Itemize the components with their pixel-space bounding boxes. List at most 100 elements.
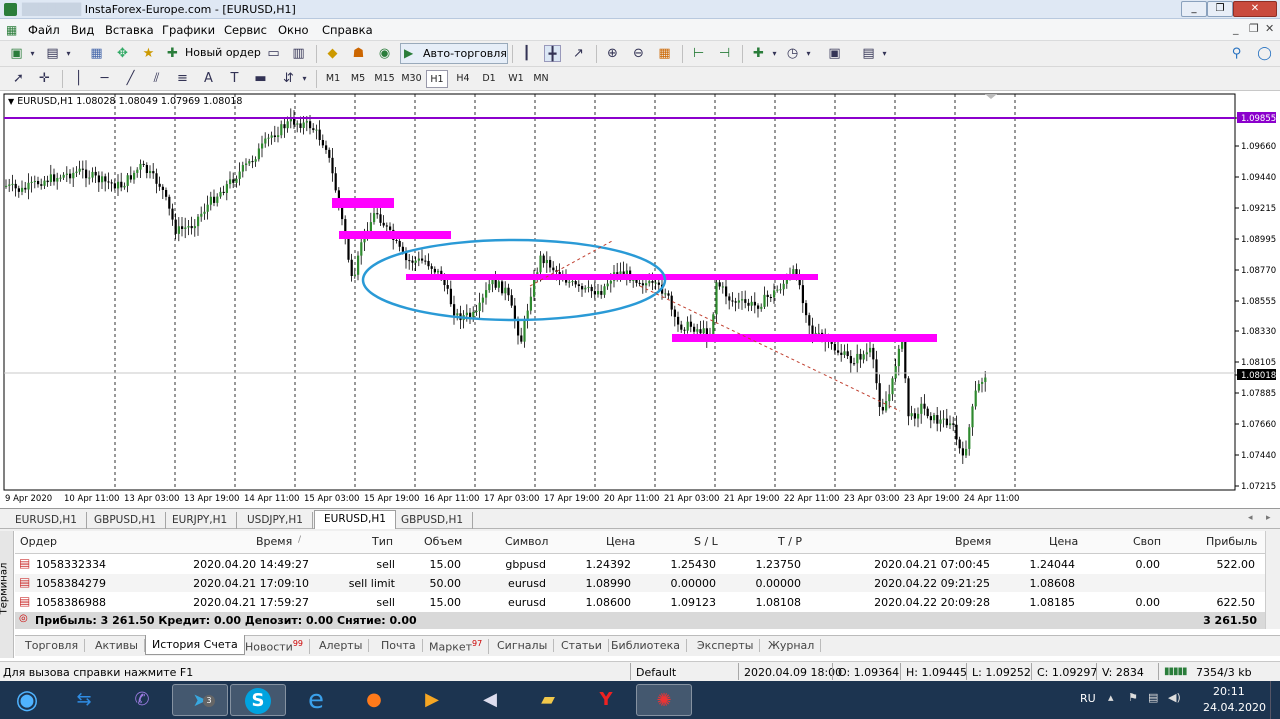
history-row[interactable]: ▤ 1058384279 2020.04.21 17:09:10 sell limit… (15, 574, 1265, 592)
firefox-icon[interactable]: ● (346, 684, 402, 716)
menu-insert[interactable]: Вставка (105, 23, 154, 37)
dropdown-arrow-icon[interactable]: ▾ (296, 70, 313, 87)
tabs-scroll-right-icon[interactable]: ▸ (1266, 513, 1271, 523)
terminal-tab-0[interactable]: Торговля (19, 639, 86, 652)
terminal-tab-6[interactable]: Маркет97 (423, 639, 490, 654)
menu-help[interactable]: Справка (322, 23, 373, 37)
terminal-tab-3[interactable]: Новости99 (239, 639, 311, 654)
timeframe-m15[interactable]: M15 (372, 70, 397, 88)
menu-file[interactable]: Файл (28, 23, 60, 37)
internet-explorer-icon[interactable]: e (288, 684, 344, 716)
timeframe-h1[interactable]: H1 (426, 70, 448, 88)
col-tp[interactable]: T / P (778, 535, 802, 548)
timeframe-mn[interactable]: MN (530, 70, 552, 88)
terminal-tab-4[interactable]: Алерты (313, 639, 370, 652)
telegram-icon[interactable]: ➤ 3 (172, 684, 228, 716)
file-explorer-icon[interactable]: ▰ (520, 684, 576, 716)
profiles-icon[interactable]: ▤ (44, 45, 61, 62)
favorites-icon[interactable]: ★ (140, 45, 157, 62)
col-close-price[interactable]: Цена (1049, 535, 1078, 548)
teamviewer-icon[interactable]: ⇆ (56, 684, 112, 716)
new-order-icon[interactable]: ✚ (164, 45, 181, 62)
chart-tab-gbpusd-h1-2[interactable]: GBPUSD,H1 (392, 512, 474, 529)
text-icon[interactable]: A (200, 70, 217, 87)
chart-tab-gbpusd-h1[interactable]: GBPUSD,H1 (85, 512, 167, 529)
timeframe-d1[interactable]: D1 (478, 70, 500, 88)
mdi-restore-icon[interactable]: ❐ (1249, 22, 1259, 35)
language-indicator[interactable]: RU (1080, 692, 1096, 705)
terminal-scrollbar[interactable] (1265, 531, 1280, 629)
market-watch-icon[interactable]: ▦ (88, 45, 105, 62)
vertical-line-icon[interactable]: │ (70, 70, 87, 87)
dropdown-arrow-icon[interactable]: ▾ (800, 45, 817, 62)
dropdown-arrow-icon[interactable]: ▾ (24, 45, 41, 62)
maximize-button[interactable]: ❐ (1207, 1, 1233, 17)
indicators-icon[interactable]: ✚ (750, 45, 767, 62)
clock-date[interactable]: 24.04.2020 (1203, 701, 1266, 714)
autotrade-button[interactable]: ▶ Авто-торговля (400, 43, 508, 64)
terminal-tab-10[interactable]: Эксперты (691, 639, 761, 652)
clock-time[interactable]: 20:11 (1213, 685, 1245, 698)
bar-chart-icon[interactable]: ┃ (518, 45, 535, 62)
channel-icon[interactable]: ⫽ (148, 70, 165, 87)
periods-clock-icon[interactable]: ◷ (784, 45, 801, 62)
zoom-in-icon[interactable]: ⊕ (604, 45, 621, 62)
skype-icon[interactable]: S (230, 684, 286, 716)
viber-icon[interactable]: ✆ (114, 684, 170, 716)
terminal-tab-1[interactable]: Активы (89, 639, 145, 652)
price-chart[interactable]: 1.09855 1.09660 1.09440 1.09215 1.08995 1.087… (0, 91, 1280, 509)
chart-canvas[interactable]: 1.09855 1.09660 1.09440 1.09215 1.08995 1.087… (0, 91, 1280, 509)
terminal-tab-9[interactable]: Библиотека (605, 639, 687, 652)
col-order[interactable]: Ордер (20, 535, 57, 548)
dropdown-arrow-icon[interactable]: ▾ (766, 45, 783, 62)
col-sl[interactable]: S / L (694, 535, 718, 548)
collapse-arrow-icon[interactable]: ▼ (8, 97, 14, 106)
terminal-tab-8[interactable]: Статьи (555, 639, 609, 652)
col-profit[interactable]: Прибыль (1206, 535, 1257, 548)
history-row[interactable]: ▤ 1058332334 2020.04.20 14:49:27 sell 15.00 g… (15, 555, 1265, 573)
cursor-icon[interactable]: ➚ (10, 70, 27, 87)
templates-icon[interactable]: ▣ (826, 45, 843, 62)
candlestick-chart-icon[interactable]: ╋ (544, 45, 561, 62)
chart-tab-usdjpy-h1[interactable]: USDJPY,H1 (238, 512, 313, 529)
menu-window[interactable]: Окно (278, 23, 309, 37)
trendline-icon[interactable]: ╱ (122, 70, 139, 87)
navigator-icon[interactable]: ✥ (114, 45, 131, 62)
tile-windows-icon[interactable]: ▦ (656, 45, 673, 62)
minimize-button[interactable]: _ (1181, 1, 1207, 17)
col-type[interactable]: Тип (372, 535, 393, 548)
close-button[interactable]: ✕ (1233, 1, 1277, 17)
options-icon[interactable]: ▤ (860, 45, 877, 62)
library-icon[interactable]: ☗ (350, 45, 367, 62)
dropdown-arrow-icon[interactable]: ▾ (60, 45, 77, 62)
tray-network-icon[interactable]: ▤ (1148, 691, 1158, 704)
tray-arrow-icon[interactable]: ▴ (1108, 691, 1114, 704)
zoom-out-icon[interactable]: ⊖ (630, 45, 647, 62)
tray-volume-icon[interactable]: ◀) (1168, 691, 1181, 704)
start-button[interactable]: ◉ (0, 684, 54, 716)
col-volume[interactable]: Объем (424, 535, 462, 548)
terminal-tab-7[interactable]: Сигналы (491, 639, 555, 652)
audio-icon[interactable]: ◀ (462, 684, 518, 716)
new-chart-icon[interactable]: ▣ (8, 45, 25, 62)
media-player-icon[interactable]: ▶ (404, 684, 460, 716)
arrows-icon[interactable]: ⇵ (280, 70, 297, 87)
text-label-icon[interactable]: T (226, 70, 243, 87)
chart-tab-eurusd-h1-active[interactable]: EURUSD,H1 (314, 510, 396, 529)
signals-icon[interactable]: ◉ (376, 45, 393, 62)
chart-shift-icon[interactable]: ⊢ (690, 45, 707, 62)
crosshair-icon[interactable]: ✛ (36, 70, 53, 87)
dropdown-arrow-icon[interactable]: ▾ (876, 45, 893, 62)
timeframe-m30[interactable]: M30 (399, 70, 424, 88)
chart-tab-eurjpy-h1[interactable]: EURJPY,H1 (163, 512, 238, 529)
tabs-scroll-left-icon[interactable]: ◂ (1248, 513, 1253, 523)
autoscroll-icon[interactable]: ⊣ (716, 45, 733, 62)
rectangle-icon[interactable]: ▬ (252, 70, 269, 87)
new-order-button[interactable]: Новый ордер (185, 46, 261, 59)
tray-flag-icon[interactable]: ⚑ (1128, 691, 1138, 704)
show-desktop-button[interactable] (1270, 681, 1280, 719)
menu-charts[interactable]: Графики (162, 23, 215, 37)
horizontal-line-icon[interactable]: ─ (96, 70, 113, 87)
chat-icon[interactable]: ◯ (1256, 45, 1273, 62)
chart-tab-eurusd-h1[interactable]: EURUSD,H1 (6, 512, 87, 529)
